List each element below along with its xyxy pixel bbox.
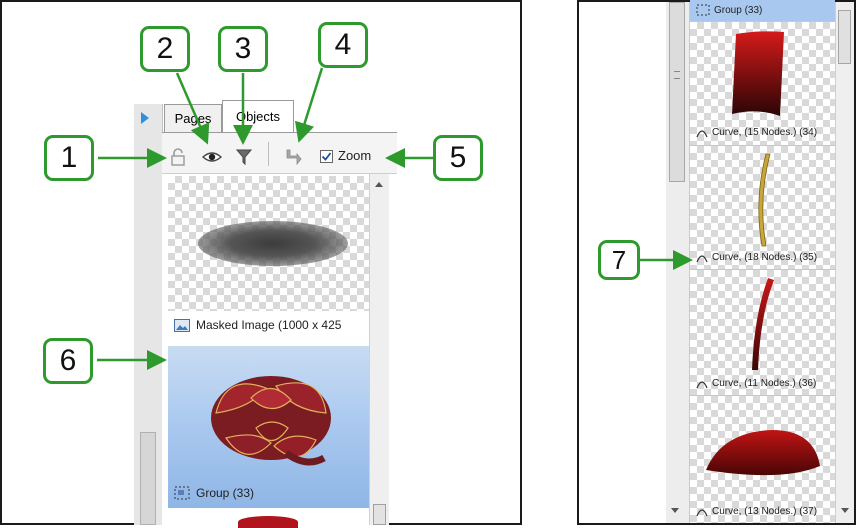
curve-34-label: Curve, (15 Nodes.) (34) bbox=[712, 127, 818, 138]
callout-4: 4 bbox=[318, 22, 368, 68]
curve-37-label-row: Curve, (13 Nodes.) (37) bbox=[696, 506, 817, 517]
partial-red-shape bbox=[238, 516, 298, 528]
callout-5: 5 bbox=[433, 135, 483, 181]
callout-3-number: 3 bbox=[234, 32, 252, 65]
tab-pages-label: Pages bbox=[174, 111, 212, 126]
lock-icon[interactable] bbox=[170, 147, 186, 167]
scroll-down-arrow-icon[interactable] bbox=[841, 508, 849, 513]
toolbar-separator bbox=[268, 142, 269, 166]
curve-thumbnail-37 bbox=[706, 430, 820, 476]
group-label-row: Group (33) bbox=[174, 486, 254, 500]
list-item-curve-36[interactable]: Curve, (11 Nodes.) (36) bbox=[690, 270, 835, 396]
list-item-curve-35[interactable]: Curve, (18 Nodes.) (35) bbox=[690, 146, 835, 270]
curve-thumbnail-34 bbox=[732, 31, 784, 116]
curve-36-label: Curve, (11 Nodes.) (36) bbox=[712, 378, 817, 389]
filter-icon[interactable] bbox=[234, 147, 254, 167]
go-up-icon[interactable] bbox=[282, 146, 304, 168]
scroll-up-arrow-icon[interactable] bbox=[375, 182, 383, 187]
curve-thumbnail-35 bbox=[758, 153, 771, 247]
right-scroll-thumb[interactable] bbox=[838, 10, 851, 64]
callout-2-number: 2 bbox=[156, 32, 174, 65]
list-item-curve-37[interactable]: Curve, (13 Nodes.) (37) bbox=[690, 396, 835, 523]
group-icon bbox=[696, 4, 710, 16]
list-item-masked-image[interactable]: Masked Image (1000 x 425 bbox=[168, 176, 369, 344]
callout-6: 6 bbox=[43, 338, 93, 384]
left-strip-scrollbar[interactable] bbox=[140, 432, 156, 525]
group-label: Group (33) bbox=[196, 486, 255, 500]
shadow-ellipse bbox=[198, 221, 348, 266]
callout-3: 3 bbox=[218, 26, 268, 72]
grip-icon bbox=[674, 71, 680, 79]
right-list-scrollbar[interactable] bbox=[835, 2, 854, 523]
right-group-label: Group (33) bbox=[714, 4, 763, 16]
ribbon-bow-thumbnail bbox=[211, 376, 331, 466]
list-item-group[interactable]: Group (33) bbox=[168, 346, 369, 508]
show-hide-eye-icon[interactable] bbox=[202, 150, 222, 164]
curve-icon bbox=[696, 254, 708, 262]
masked-image-label-row: Masked Image (1000 x 425 bbox=[174, 318, 341, 332]
callout-6-number: 6 bbox=[59, 344, 77, 377]
right-partial-group-item[interactable]: Group (33) bbox=[690, 0, 835, 22]
left-scroll-down-arrow-icon[interactable] bbox=[671, 508, 679, 513]
curve-35-label: Curve, (18 Nodes.) (35) bbox=[712, 252, 818, 263]
group-icon bbox=[174, 486, 190, 500]
right-strip-scroll-thumb[interactable] bbox=[669, 2, 685, 182]
callout-7-number: 7 bbox=[611, 244, 627, 275]
tab-objects-label: Objects bbox=[235, 109, 281, 124]
image-icon bbox=[174, 318, 190, 332]
callout-5-number: 5 bbox=[449, 141, 467, 174]
curve-icon bbox=[696, 129, 708, 137]
zoom-checkbox[interactable] bbox=[320, 150, 333, 163]
zoom-label: Zoom bbox=[338, 148, 372, 163]
list-item-curve-34[interactable]: Curve, (15 Nodes.) (34) bbox=[690, 22, 835, 146]
curve-thumbnail-36 bbox=[752, 278, 774, 370]
callout-1: 1 bbox=[44, 135, 94, 181]
checkmark-icon bbox=[321, 152, 332, 161]
docker-expand-arrow-icon[interactable] bbox=[141, 112, 149, 124]
callout-1-number: 1 bbox=[60, 141, 78, 174]
scrollbar-thumb[interactable] bbox=[373, 504, 386, 525]
callout-4-number: 4 bbox=[334, 28, 352, 61]
objects-list-scrollbar[interactable] bbox=[369, 174, 389, 525]
curve-35-label-row: Curve, (18 Nodes.) (35) bbox=[696, 252, 817, 263]
curve-37-label: Curve, (13 Nodes.) (37) bbox=[712, 506, 818, 517]
tab-pages[interactable]: Pages bbox=[164, 104, 222, 132]
masked-image-label: Masked Image (1000 x 425 bbox=[196, 318, 342, 332]
curve-icon bbox=[696, 508, 708, 516]
curve-36-label-row: Curve, (11 Nodes.) (36) bbox=[696, 378, 816, 389]
curve-icon bbox=[696, 380, 708, 388]
callout-2: 2 bbox=[140, 26, 190, 72]
curve-34-label-row: Curve, (15 Nodes.) (34) bbox=[696, 127, 817, 138]
tab-objects[interactable]: Objects bbox=[222, 100, 294, 132]
callout-7: 7 bbox=[598, 240, 640, 280]
right-group-label-row: Group (33) bbox=[696, 4, 762, 16]
list-item-partial[interactable] bbox=[168, 510, 369, 528]
